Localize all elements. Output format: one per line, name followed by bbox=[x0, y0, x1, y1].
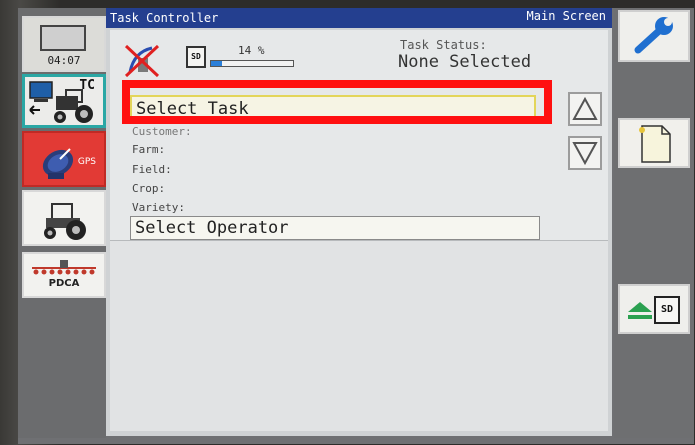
task-status-value: None Selected bbox=[398, 52, 532, 72]
eject-icon bbox=[628, 302, 652, 319]
tractor-computer-icon bbox=[29, 81, 93, 123]
home-clock-button[interactable]: 04:07 bbox=[22, 16, 106, 72]
sd-eject-button[interactable]: SD bbox=[618, 284, 690, 334]
select-task-field[interactable]: Select Task bbox=[130, 95, 536, 123]
up-arrow-icon bbox=[572, 96, 598, 120]
gps-label: GPS bbox=[77, 157, 96, 167]
task-status-label: Task Status: bbox=[400, 38, 487, 52]
machine-button[interactable] bbox=[22, 190, 106, 246]
variety-label: Variety: bbox=[132, 201, 185, 214]
customer-label: Customer: bbox=[132, 125, 192, 138]
monitor-icon bbox=[40, 25, 86, 51]
sd-usage-bar-fill bbox=[211, 61, 223, 66]
main-panel: Task Controller Main Screen SD 14 % Task… bbox=[106, 8, 612, 436]
sd-usage-bar bbox=[210, 60, 294, 67]
field-label: Field: bbox=[132, 163, 172, 176]
select-operator-field[interactable]: Select Operator bbox=[130, 216, 540, 240]
implement-icon bbox=[32, 260, 96, 275]
crop-label: Crop: bbox=[132, 182, 166, 195]
tractor-icon bbox=[44, 203, 86, 240]
pdca-button[interactable]: PDCA bbox=[22, 252, 106, 298]
farm-label: Farm: bbox=[132, 143, 166, 156]
down-arrow-icon bbox=[572, 142, 598, 166]
gps-button[interactable]: GPS bbox=[22, 131, 106, 187]
scroll-up-button[interactable] bbox=[568, 92, 602, 126]
no-gps-icon bbox=[124, 44, 160, 78]
task-controller-button[interactable]: TC bbox=[22, 74, 106, 128]
settings-button[interactable] bbox=[618, 10, 690, 62]
new-page-icon bbox=[639, 125, 671, 163]
sd-usage-percent: 14 % bbox=[238, 44, 265, 57]
empty-content-area bbox=[110, 240, 608, 431]
title-bar: Task Controller Main Screen bbox=[106, 8, 612, 28]
screen-name: Main Screen bbox=[526, 9, 606, 23]
sd-card-icon: SD bbox=[654, 296, 680, 324]
right-softkey-column bbox=[614, 8, 694, 438]
scroll-down-button[interactable] bbox=[568, 136, 602, 170]
app-title: Task Controller bbox=[110, 11, 219, 25]
sd-card-icon: SD bbox=[186, 46, 206, 68]
wrench-icon bbox=[634, 17, 673, 54]
clock-display: 04:07 bbox=[47, 54, 81, 67]
pdca-label: PDCA bbox=[48, 278, 80, 289]
new-task-button[interactable] bbox=[618, 118, 690, 168]
